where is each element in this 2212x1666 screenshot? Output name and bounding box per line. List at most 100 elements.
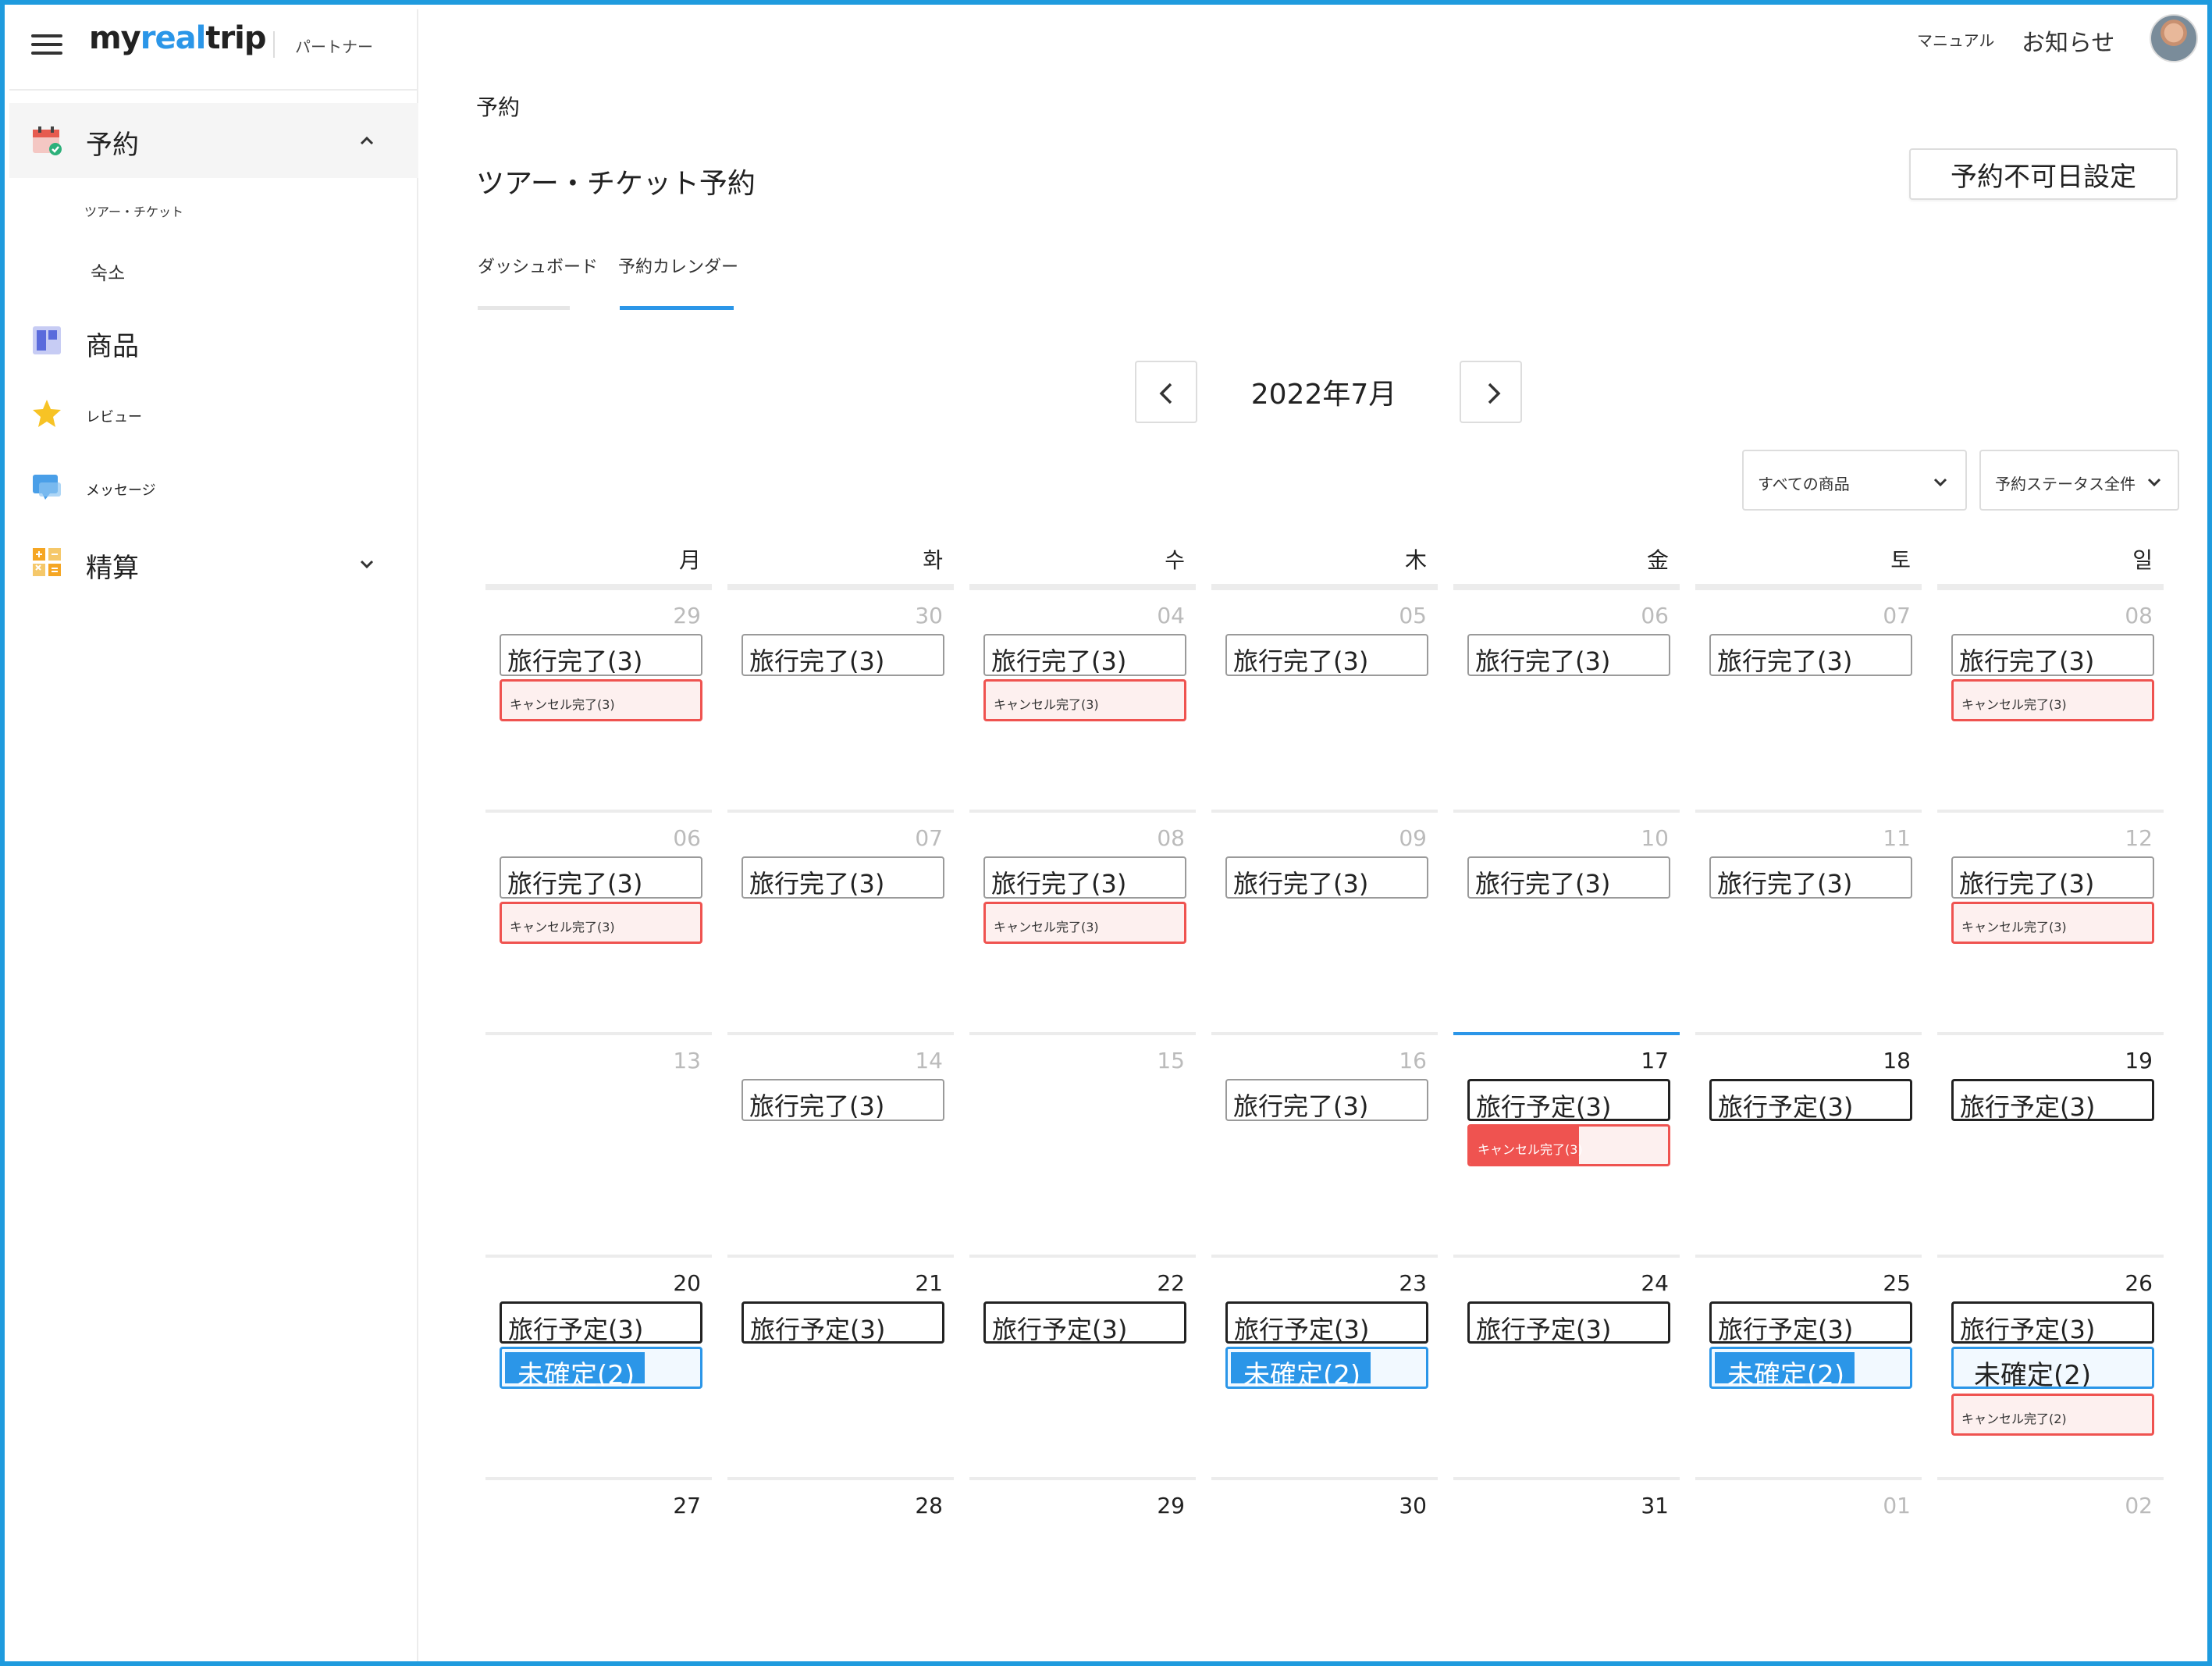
calendar-day-cell[interactable]: 18 旅行予定(3) xyxy=(1695,1032,1922,1255)
calendar-day-cell[interactable]: 29 xyxy=(969,1477,1196,1661)
calendar-day-cell[interactable]: 29 旅行完了(3) キャンセル完了(3) xyxy=(485,587,712,810)
calendar-day-cell[interactable]: 31 xyxy=(1453,1477,1680,1661)
status-tag-plan[interactable]: 旅行予定(3) xyxy=(983,1301,1186,1344)
next-month-button[interactable] xyxy=(1460,361,1522,423)
calendar-day-cell[interactable]: 15 xyxy=(969,1032,1196,1255)
status-tag-unconf[interactable]: 未確定(2) xyxy=(1951,1347,2154,1389)
logo[interactable]: myrealtrip xyxy=(89,20,267,56)
status-tag-cancel[interactable]: キャンセル完了(3) xyxy=(1951,902,2154,944)
cell-divider xyxy=(727,587,954,590)
sidebar-item-products[interactable]: 商品 xyxy=(9,309,418,372)
status-tag-done[interactable]: 旅行完了(3) xyxy=(1709,634,1912,676)
menu-icon[interactable] xyxy=(31,33,62,56)
sidebar-subitem-tour[interactable]: ツアー・チケット xyxy=(84,201,183,220)
prev-month-button[interactable] xyxy=(1135,361,1197,423)
status-tag-cancel[interactable]: キャンセル完了(3) xyxy=(983,902,1186,944)
status-tag-plan[interactable]: 旅行予定(3) xyxy=(1467,1301,1670,1344)
status-tag-plan[interactable]: 旅行予定(3) xyxy=(741,1301,944,1344)
tab-dashboard-underline xyxy=(478,306,570,310)
status-tag-done[interactable]: 旅行完了(3) xyxy=(500,856,702,899)
calendar-day-cell[interactable]: 05 旅行完了(3) xyxy=(1211,587,1438,810)
calendar-day-cell[interactable]: 20 旅行予定(3) 未確定(2) xyxy=(485,1255,712,1477)
status-tag-done[interactable]: 旅行完了(3) xyxy=(1225,634,1428,676)
status-tag-done[interactable]: 旅行完了(3) xyxy=(983,856,1186,899)
calendar-day-cell[interactable]: 04 旅行完了(3) キャンセル完了(3) xyxy=(969,587,1196,810)
calendar-day-cell[interactable]: 08 旅行完了(3) キャンセル完了(3) xyxy=(969,810,1196,1032)
calendar-day-cell[interactable]: 08 旅行完了(3) キャンセル完了(3) xyxy=(1937,587,2164,810)
status-tag-done[interactable]: 旅行完了(3) xyxy=(1709,856,1912,899)
calendar-day-cell[interactable]: 30 xyxy=(1211,1477,1438,1661)
day-number: 26 xyxy=(2125,1270,2153,1296)
status-tag-plan[interactable]: 旅行予定(3) xyxy=(1709,1079,1912,1121)
status-tag-done[interactable]: 旅行完了(3) xyxy=(1951,856,2154,899)
calendar-day-cell[interactable]: 07 旅行完了(3) xyxy=(727,810,954,1032)
calendar-day-cell[interactable]: 02 xyxy=(1937,1477,2164,1661)
status-tag-done[interactable]: 旅行完了(3) xyxy=(741,634,944,676)
status-tag-plan[interactable]: 旅行予定(3) xyxy=(500,1301,702,1344)
calendar-day-cell[interactable]: 06 旅行完了(3) キャンセル完了(3) xyxy=(485,810,712,1032)
status-tag-done[interactable]: 旅行完了(3) xyxy=(1467,856,1670,899)
status-tag-plan[interactable]: 旅行予定(3) xyxy=(1951,1301,2154,1344)
day-number: 07 xyxy=(915,825,943,851)
unavailable-dates-button[interactable]: 予約不可日設定 xyxy=(1909,148,2178,200)
status-tag-unconf[interactable]: 未確定(2) xyxy=(500,1347,702,1389)
status-tag-done[interactable]: 旅行完了(3) xyxy=(1951,634,2154,676)
status-tag-cancel[interactable]: キャンセル完了(3) xyxy=(500,902,702,944)
avatar[interactable] xyxy=(2150,14,2198,62)
status-tag-unconf[interactable]: 未確定(2) xyxy=(1709,1347,1912,1389)
day-number: 06 xyxy=(673,825,701,851)
sidebar-item-reviews[interactable]: レビュー xyxy=(9,383,418,445)
status-tag-done[interactable]: 旅行完了(3) xyxy=(741,1079,944,1121)
product-filter-select[interactable]: すべての商品 xyxy=(1742,450,1967,511)
calendar-day-cell[interactable]: 30 旅行完了(3) xyxy=(727,587,954,810)
calendar-day-cell[interactable]: 28 xyxy=(727,1477,954,1661)
status-tag-cancel[interactable]: キャンセル完了(3) xyxy=(983,679,1186,721)
manual-link[interactable]: マニュアル xyxy=(1917,28,1994,51)
status-tag-cancel[interactable]: キャンセル完了(3) xyxy=(1951,679,2154,721)
calendar-day-cell[interactable]: 01 xyxy=(1695,1477,1922,1661)
status-tag-cancel-fill[interactable]: キャンセル完了(3) xyxy=(1467,1124,1670,1166)
status-tag-done[interactable]: 旅行完了(3) xyxy=(1467,634,1670,676)
status-filter-select[interactable]: 予約ステータス全件 xyxy=(1979,450,2179,511)
notice-link[interactable]: お知らせ xyxy=(2022,23,2114,58)
status-tag-plan[interactable]: 旅行予定(3) xyxy=(1951,1079,2154,1121)
calendar-day-cell[interactable]: 06 旅行完了(3) xyxy=(1453,587,1680,810)
calendar-day-cell[interactable]: 07 旅行完了(3) xyxy=(1695,587,1922,810)
day-number: 13 xyxy=(673,1048,701,1073)
calendar-day-cell[interactable]: 21 旅行予定(3) xyxy=(727,1255,954,1477)
calendar-day-cell[interactable]: 19 旅行予定(3) xyxy=(1937,1032,2164,1255)
calendar-day-cell[interactable]: 10 旅行完了(3) xyxy=(1453,810,1680,1032)
calendar-day-cell[interactable]: 23 旅行予定(3) 未確定(2) xyxy=(1211,1255,1438,1477)
calendar-day-cell[interactable]: 25 旅行予定(3) 未確定(2) xyxy=(1695,1255,1922,1477)
calendar-day-cell[interactable]: 13 xyxy=(485,1032,712,1255)
status-tag-plan[interactable]: 旅行予定(3) xyxy=(1225,1301,1428,1344)
tab-calendar[interactable]: 予約カレンダー xyxy=(618,253,738,278)
day-number: 23 xyxy=(1399,1270,1427,1296)
calendar-day-cell[interactable]: 11 旅行完了(3) xyxy=(1695,810,1922,1032)
sidebar-item-settlement[interactable]: 精算 xyxy=(9,528,418,596)
status-tag-cancel[interactable]: キャンセル完了(3) xyxy=(500,679,702,721)
status-tag-done[interactable]: 旅行完了(3) xyxy=(1225,856,1428,899)
status-tag-cancel[interactable]: キャンセル完了(2) xyxy=(1951,1394,2154,1436)
calendar-day-cell[interactable]: 09 旅行完了(3) xyxy=(1211,810,1438,1032)
sidebar-item-reservation[interactable]: 予約 xyxy=(9,103,418,178)
calendar-day-cell[interactable]: 16 旅行完了(3) xyxy=(1211,1032,1438,1255)
status-tag-done[interactable]: 旅行完了(3) xyxy=(983,634,1186,676)
sidebar-item-messages[interactable]: メッセージ xyxy=(9,456,418,518)
calendar-day-cell[interactable]: 27 xyxy=(485,1477,712,1661)
status-tag-unconf[interactable]: 未確定(2) xyxy=(1225,1347,1428,1389)
day-number: 18 xyxy=(1883,1048,1911,1073)
status-tag-done[interactable]: 旅行完了(3) xyxy=(500,634,702,676)
status-tag-plan[interactable]: 旅行予定(3) xyxy=(1709,1301,1912,1344)
status-tag-done[interactable]: 旅行完了(3) xyxy=(741,856,944,899)
calendar-day-cell[interactable]: 22 旅行予定(3) xyxy=(969,1255,1196,1477)
calendar-day-cell[interactable]: 14 旅行完了(3) xyxy=(727,1032,954,1255)
calendar-day-cell[interactable]: 26 旅行予定(3) 未確定(2) キャンセル完了(2) xyxy=(1937,1255,2164,1477)
calendar-day-cell[interactable]: 24 旅行予定(3) xyxy=(1453,1255,1680,1477)
sidebar-subitem-lodging[interactable]: 숙소 xyxy=(91,258,125,285)
status-tag-plan[interactable]: 旅行予定(3) xyxy=(1467,1079,1670,1121)
tab-dashboard[interactable]: ダッシュボード xyxy=(478,253,598,278)
calendar-day-cell[interactable]: 12 旅行完了(3) キャンセル完了(3) xyxy=(1937,810,2164,1032)
calendar-day-cell[interactable]: 17 旅行予定(3) キャンセル完了(3) xyxy=(1453,1032,1680,1255)
status-tag-done[interactable]: 旅行完了(3) xyxy=(1225,1079,1428,1121)
